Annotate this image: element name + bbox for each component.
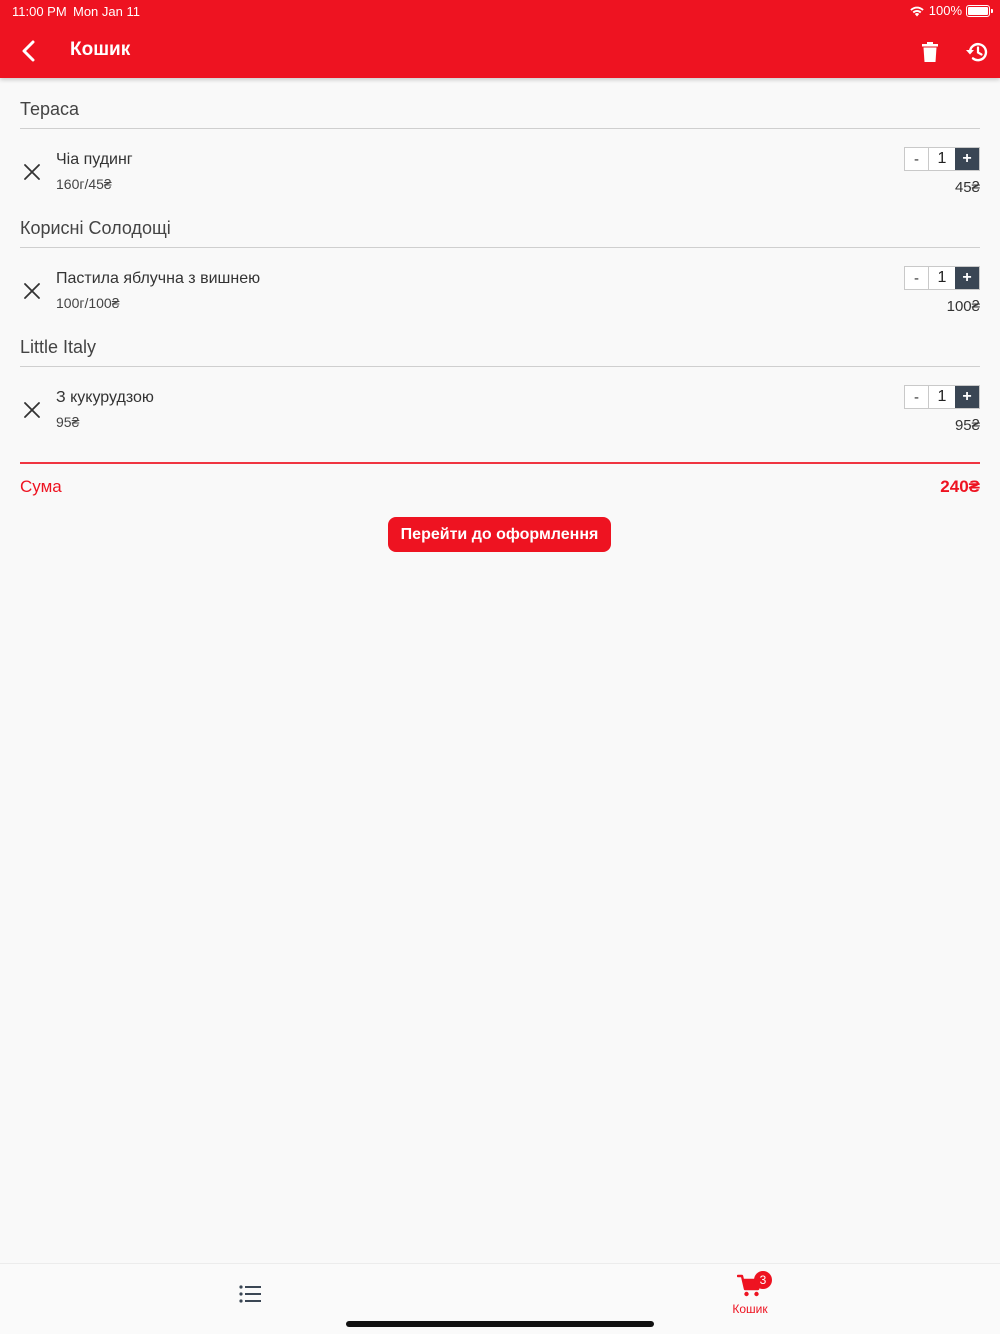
status-indicators: 100%	[909, 3, 993, 18]
item-weight-price: 100г/100₴	[56, 295, 120, 311]
cart-item: Чіа пудинг 160г/45₴ - 1 + 45₴	[20, 129, 980, 215]
item-name: З кукурудзою	[56, 389, 154, 406]
chevron-left-icon	[22, 40, 35, 62]
tab-cart-label: Кошик	[732, 1302, 768, 1316]
close-icon	[24, 402, 40, 418]
close-icon	[24, 164, 40, 180]
quantity-value: 1	[929, 148, 955, 170]
page-title: Кошик	[70, 39, 131, 60]
order-history-button[interactable]	[962, 37, 992, 67]
status-date: Mon Jan 11	[73, 4, 140, 19]
item-name: Чіа пудинг	[56, 151, 133, 168]
total-value: 240₴	[940, 477, 980, 496]
remove-item-button[interactable]	[21, 399, 43, 421]
back-button[interactable]	[14, 36, 44, 66]
history-icon	[966, 43, 988, 62]
item-price: 100₴	[946, 298, 980, 315]
tab-menu[interactable]	[228, 1278, 272, 1310]
quantity-stepper: - 1 +	[904, 385, 980, 409]
item-price: 45₴	[954, 179, 980, 196]
decrease-button[interactable]: -	[905, 267, 929, 289]
trash-icon	[922, 42, 938, 62]
quantity-stepper: - 1 +	[904, 147, 980, 171]
status-time: 11:00 PM	[12, 4, 67, 19]
cart-group: Little Italy З кукурудзою 95₴ - 1 + 95₴	[20, 332, 980, 453]
increase-button[interactable]: +	[955, 386, 979, 408]
cart-item: З кукурудзою 95₴ - 1 + 95₴	[20, 367, 980, 453]
home-indicator	[346, 1321, 654, 1327]
group-title: Тераса	[20, 99, 80, 119]
group-title: Корисні Солодощі	[20, 218, 171, 238]
top-bar: 11:00 PM Mon Jan 11 100% Кошик	[0, 0, 1000, 78]
decrease-button[interactable]: -	[905, 148, 929, 170]
clear-cart-button[interactable]	[916, 38, 944, 66]
remove-item-button[interactable]	[21, 161, 43, 183]
tab-cart[interactable]: 3 Кошик	[720, 1268, 780, 1320]
total-label: Сума	[20, 477, 62, 496]
increase-button[interactable]: +	[955, 267, 979, 289]
item-name: Пастила яблучна з вишнею	[56, 270, 261, 287]
group-title: Little Italy	[20, 337, 97, 357]
wifi-icon	[910, 6, 924, 16]
summary-divider	[20, 462, 980, 464]
battery-icon	[966, 4, 993, 17]
quantity-value: 1	[929, 267, 955, 289]
close-icon	[24, 283, 40, 299]
decrease-button[interactable]: -	[905, 386, 929, 408]
list-icon	[239, 1285, 261, 1303]
remove-item-button[interactable]	[21, 280, 43, 302]
battery-percent: 100%	[928, 3, 962, 18]
cart-count-badge: 3	[754, 1271, 772, 1289]
cart-group: Корисні Солодощі Пастила яблучна з вишне…	[20, 213, 980, 334]
item-price: 95₴	[954, 417, 980, 434]
quantity-value: 1	[929, 386, 955, 408]
cart-group: Тераса Чіа пудинг 160г/45₴ - 1 + 45₴	[20, 94, 980, 215]
cart-item: Пастила яблучна з вишнею 100г/100₴ - 1 +…	[20, 248, 980, 334]
quantity-stepper: - 1 +	[904, 266, 980, 290]
increase-button[interactable]: +	[955, 148, 979, 170]
checkout-button[interactable]: Перейти до оформлення	[388, 517, 611, 552]
item-weight-price: 160г/45₴	[56, 176, 112, 192]
item-weight-price: 95₴	[56, 414, 80, 430]
